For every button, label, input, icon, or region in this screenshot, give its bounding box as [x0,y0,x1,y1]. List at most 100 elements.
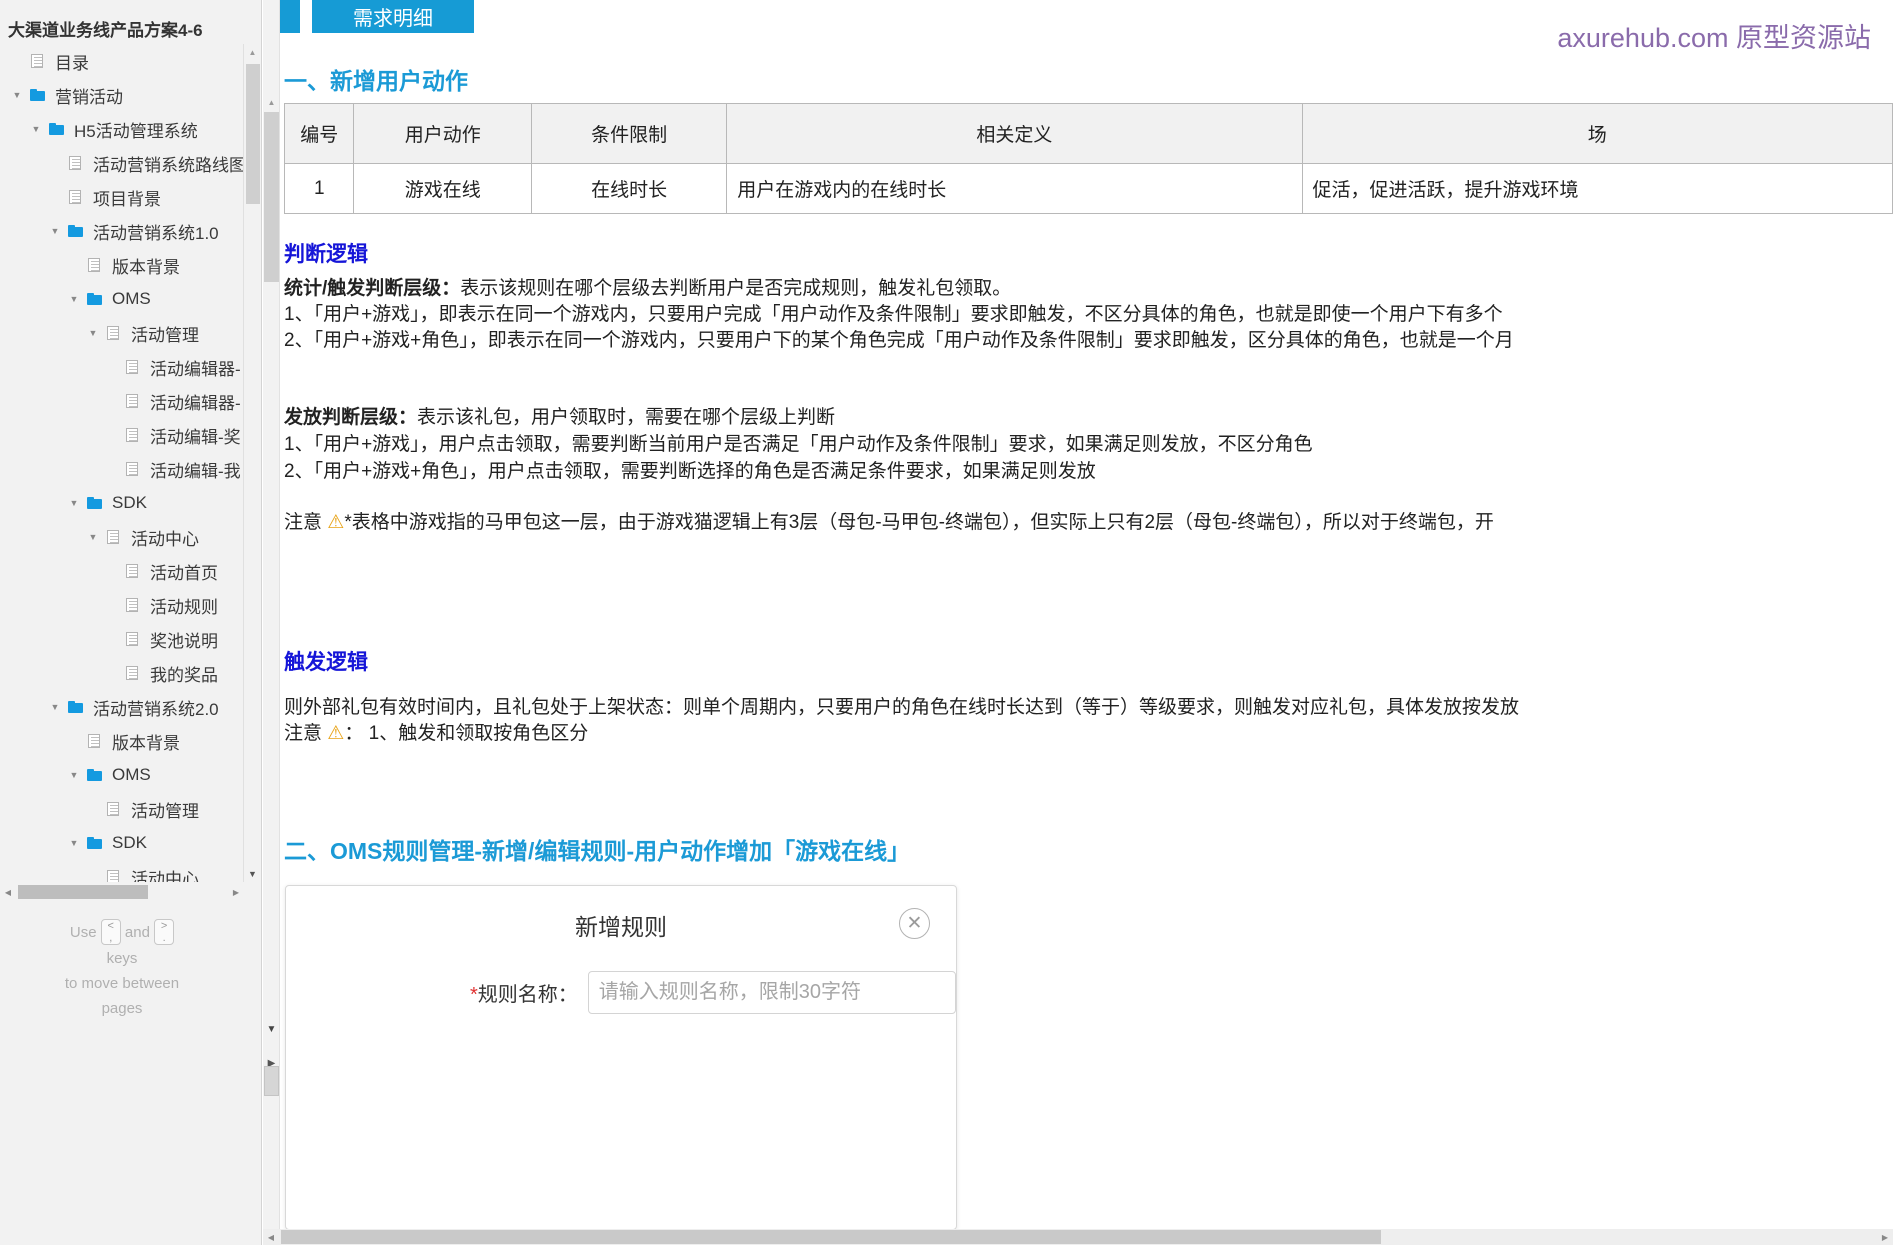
note-rest-label: ： 1、触发和领取按角色区分 [344,723,589,744]
scroll-down-icon[interactable]: ▼ [263,1022,280,1037]
sitemap-tree-horizontal-scrollbar[interactable]: ◀ ▶ [0,884,244,900]
scroll-left-icon[interactable]: ◀ [0,884,16,900]
chevron-down-icon[interactable]: ▼ [46,702,64,712]
tab-requirement-detail[interactable]: 需求明细 [312,0,474,33]
sitemap-node-label: 奖池说明 [150,631,218,651]
sitemap-node-label: SDK [112,833,147,852]
scroll-right-icon[interactable]: ▶ [228,884,244,900]
folder-icon-glyph [29,89,45,101]
sitemap-tree-vertical-scrollbar[interactable]: ▲ ▼ [243,44,261,882]
scroll-up-icon[interactable]: ▲ [244,44,261,61]
judge-logic-p4-rest: 表示该礼包，用户领取时，需要在哪个层级上判断 [417,407,836,428]
scrollbar-thumb[interactable] [281,1230,1381,1244]
sitemap-node-8[interactable]: ▼ 活动管理 [0,316,244,350]
scroll-down-icon[interactable]: ▼ [244,865,261,882]
sitemap-node-1[interactable]: ▼ 营销活动 [0,78,244,112]
judge-logic-heading: 判断逻辑 [284,243,368,266]
page-icon [83,734,105,748]
scrollbar-thumb-secondary[interactable] [264,1066,279,1096]
page-icon [102,802,124,816]
sitemap-node-7[interactable]: ▼ OMS [0,282,244,316]
folder-icon [83,837,105,849]
sitemap-node-23[interactable]: ▼ SDK [0,826,244,860]
sitemap-node-label: 活动编辑器- [150,393,241,413]
chevron-down-icon[interactable]: ▼ [27,124,45,134]
sitemap-tree[interactable]: ▼目录▼营销活动▼H5活动管理系统▼活动营销系统路线图▼项目背景▼活动营销系统1… [0,44,244,882]
hint-line2: to move between [64,975,180,993]
sitemap-node-15[interactable]: ▼活动首页 [0,554,244,588]
sitemap-node-label: 活动管理 [131,801,199,821]
scroll-up-icon[interactable]: ▲ [263,95,280,110]
sitemap-node-label: SDK [112,493,147,512]
chevron-down-icon[interactable]: ▼ [46,226,64,236]
cell-user-action: 游戏在线 [353,163,532,214]
scrollbar-thumb[interactable] [246,64,260,204]
sitemap-node-2[interactable]: ▼ H5活动管理系统 [0,112,244,146]
keyboard-hint: Use <, and >. keys to move between pages [0,919,244,1021]
sitemap-node-19[interactable]: ▼ 活动营销系统2.0 [0,690,244,724]
page-icon [121,462,143,476]
page-horizontal-scrollbar[interactable]: ◀ ▶ [263,1229,1893,1245]
chevron-down-icon[interactable]: ▼ [84,328,102,338]
chevron-down-icon[interactable]: ▼ [65,770,83,780]
sitemap-node-12[interactable]: ▼活动编辑-我 [0,452,244,486]
scroll-right-icon[interactable]: ▶ [1877,1229,1893,1245]
required-marker: * [469,984,478,1006]
scroll-left-icon[interactable]: ◀ [263,1229,279,1245]
sitemap-node-label: H5活动管理系统 [74,121,198,141]
note-rest-label: *表格中游戏指的马甲包这一层，由于游戏猫逻辑上有3层（母包-马甲包-终端包），但… [344,512,1494,533]
main-content-area: 需求明细 axurehub.com 原型资源站 一、新增用户动作 编号 用户动作… [262,0,1893,1245]
section-2-heading: 二、OMS规则管理-新增/编辑规则-用户动作增加「游戏在线」 [284,838,911,864]
sitemap-node-label: 版本背景 [112,257,180,277]
page-icon-glyph [107,326,119,340]
page-icon [121,632,143,646]
sitemap-node-13[interactable]: ▼ SDK [0,486,244,520]
sitemap-node-10[interactable]: ▼活动编辑器- [0,384,244,418]
chevron-down-icon[interactable]: ▼ [8,90,26,100]
close-icon[interactable]: ✕ [899,908,930,939]
sitemap-node-label: 活动中心 [131,529,199,549]
chevron-down-icon[interactable]: ▼ [84,532,102,542]
chevron-down-icon[interactable]: ▼ [65,498,83,508]
page-icon-glyph [107,802,119,816]
sitemap-node-22[interactable]: ▼活动管理 [0,792,244,826]
sitemap-node-24[interactable]: ▼活动中心 [0,860,244,882]
chevron-down-icon[interactable]: ▼ [65,838,83,848]
sitemap-node-17[interactable]: ▼奖池说明 [0,622,244,656]
rule-name-input[interactable] [587,971,956,1014]
sitemap-node-9[interactable]: ▼活动编辑器- [0,350,244,384]
sitemap-node-label: 活动规则 [150,597,218,617]
tab-accent-block [280,0,300,33]
sitemap-node-label: OMS [112,765,151,784]
page-icon [26,54,48,68]
sitemap-node-3[interactable]: ▼活动营销系统路线图 [0,146,244,180]
page-icon [64,190,86,204]
sitemap-node-6[interactable]: ▼版本背景 [0,248,244,282]
chevron-down-icon[interactable]: ▼ [65,294,83,304]
judge-logic-note: 注意 ⚠*表格中游戏指的马甲包这一层，由于游戏猫逻辑上有3层（母包-马甲包-终端… [284,507,1494,534]
sitemap-node-21[interactable]: ▼ OMS [0,758,244,792]
sitemap-node-5[interactable]: ▼ 活动营销系统1.0 [0,214,244,248]
sitemap-node-4[interactable]: ▼项目背景 [0,180,244,214]
judge-logic-p1: 统计/触发判断层级：表示该规则在哪个层级去判断用户是否完成规则，触发礼包领取。 [284,273,1011,300]
sitemap-node-label: 我的奖品 [150,665,218,685]
scrollbar-thumb[interactable] [264,112,279,282]
sitemap-node-16[interactable]: ▼活动规则 [0,588,244,622]
folder-icon [83,497,105,509]
scrollbar-thumb[interactable] [18,885,148,899]
hint-line3: pages [101,1000,143,1018]
page-icon-glyph [126,564,138,578]
rule-name-label-text: 规则名称： [477,984,578,1006]
page-vertical-scrollbar[interactable]: ▲ ▼ ▶ [263,0,280,1230]
warning-icon: ⚠ [327,723,345,744]
sitemap-node-label: 活动中心 [131,869,199,883]
sitemap-node-18[interactable]: ▼我的奖品 [0,656,244,690]
sitemap-node-11[interactable]: ▼活动编辑-奖 [0,418,244,452]
judge-logic-p1-rest: 表示该规则在哪个层级去判断用户是否完成规则，触发礼包领取。 [460,278,1012,299]
page-icon [121,394,143,408]
cell-number: 1 [283,163,355,214]
sitemap-node-label: 活动营销系统路线图 [93,155,244,175]
sitemap-node-0[interactable]: ▼目录 [0,44,244,78]
sitemap-node-14[interactable]: ▼ 活动中心 [0,520,244,554]
sitemap-node-20[interactable]: ▼版本背景 [0,724,244,758]
